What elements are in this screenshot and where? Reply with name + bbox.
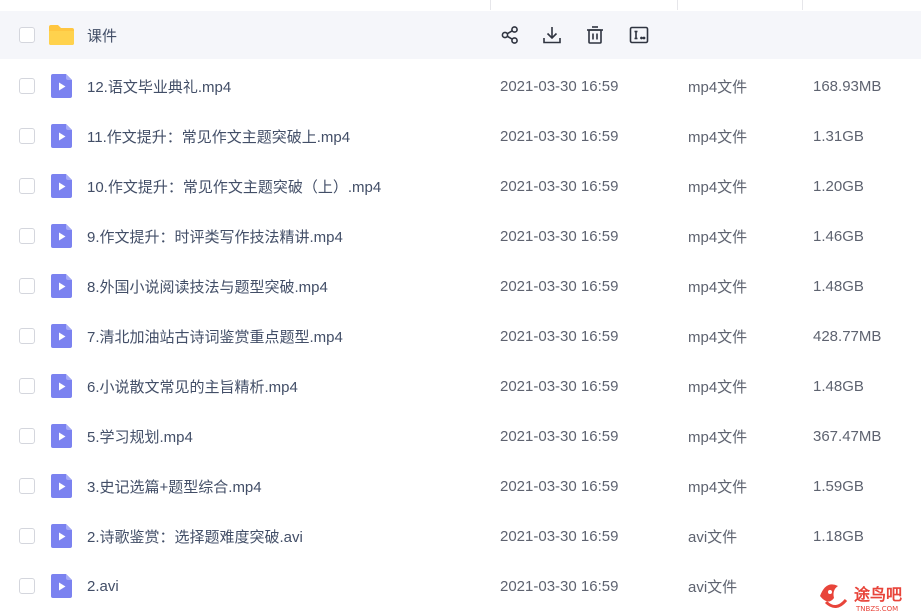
rename-icon[interactable] (628, 24, 650, 46)
file-checkbox[interactable] (19, 578, 35, 594)
folder-checkbox[interactable] (19, 27, 35, 43)
video-file-icon (51, 174, 72, 198)
video-file-icon (51, 224, 72, 248)
file-size: 1.48GB (813, 377, 864, 395)
video-file-icon (51, 474, 72, 498)
file-size: 1.48GB (813, 277, 864, 295)
video-file-icon (51, 374, 72, 398)
file-name[interactable]: 9.作文提升：时评类写作技法精讲.mp4 (87, 226, 343, 247)
file-size: 1.20GB (813, 177, 864, 195)
file-name[interactable]: 2.avi (87, 578, 119, 595)
file-name[interactable]: 8.外国小说阅读技法与题型突破.mp4 (87, 276, 328, 297)
file-date: 2021-03-30 16:59 (500, 127, 619, 145)
watermark-logo: 途鸟吧 TNBZS.COM (820, 584, 902, 613)
file-checkbox[interactable] (19, 528, 35, 544)
file-checkbox[interactable] (19, 228, 35, 244)
video-file-icon (51, 424, 72, 448)
folder-name[interactable]: 课件 (87, 25, 117, 46)
video-file-icon (51, 74, 72, 98)
file-size: 1.31GB (813, 127, 864, 145)
video-file-icon (51, 524, 72, 548)
file-type: avi文件 (688, 528, 738, 546)
file-type: mp4文件 (688, 128, 748, 146)
file-checkbox[interactable] (19, 328, 35, 344)
file-checkbox[interactable] (19, 278, 35, 294)
file-date: 2021-03-30 16:59 (500, 577, 619, 595)
file-type: mp4文件 (688, 78, 748, 96)
video-file-icon (51, 124, 72, 148)
video-file-icon (51, 274, 72, 298)
file-date: 2021-03-30 16:59 (500, 227, 619, 245)
file-type: mp4文件 (688, 328, 748, 346)
file-type: mp4文件 (688, 228, 748, 246)
file-row[interactable]: 7.清北加油站古诗词鉴赏重点题型.mp4 2021-03-30 16:59 mp4文… (0, 311, 921, 361)
file-type: avi文件 (688, 578, 738, 596)
file-type: mp4文件 (688, 278, 748, 296)
file-size: 1.18GB (813, 527, 864, 545)
file-name[interactable]: 7.清北加油站古诗词鉴赏重点题型.mp4 (87, 326, 343, 347)
file-checkbox[interactable] (19, 178, 35, 194)
video-file-icon (51, 574, 72, 598)
file-checkbox[interactable] (19, 478, 35, 494)
file-name[interactable]: 5.学习规划.mp4 (87, 426, 193, 447)
watermark-subtext: TNBZS.COM (855, 605, 898, 613)
folder-actions (499, 24, 670, 46)
file-date: 2021-03-30 16:59 (500, 177, 619, 195)
file-date: 2021-03-30 16:59 (500, 377, 619, 395)
file-name[interactable]: 3.史记选篇+题型综合.mp4 (87, 476, 262, 497)
file-name[interactable]: 11.作文提升：常见作文主题突破上.mp4 (87, 126, 350, 147)
file-type: mp4文件 (688, 378, 748, 396)
file-row[interactable]: 10.作文提升：常见作文主题突破（上）.mp4 2021-03-30 16:59 m… (0, 161, 921, 211)
delete-icon[interactable] (584, 24, 606, 46)
file-name[interactable]: 6.小说散文常见的主旨精析.mp4 (87, 376, 298, 397)
file-date: 2021-03-30 16:59 (500, 327, 619, 345)
file-row[interactable]: 11.作文提升：常见作文主题突破上.mp4 2021-03-30 16:59 mp4… (0, 111, 921, 161)
download-icon[interactable] (541, 24, 563, 46)
watermark-text: 途鸟吧 (854, 585, 902, 604)
file-name[interactable]: 10.作文提升：常见作文主题突破（上）.mp4 (87, 176, 381, 197)
file-name[interactable]: 12.语文毕业典礼.mp4 (87, 76, 231, 97)
file-checkbox[interactable] (19, 428, 35, 444)
file-checkbox[interactable] (19, 378, 35, 394)
file-date: 2021-03-30 16:59 (500, 427, 619, 445)
share-icon[interactable] (499, 24, 521, 46)
file-date: 2021-03-30 16:59 (500, 477, 619, 495)
file-type: mp4文件 (688, 178, 748, 196)
file-row[interactable]: 2.avi 2021-03-30 16:59 avi文件 (0, 561, 921, 611)
file-type: mp4文件 (688, 428, 748, 446)
file-size: 1.46GB (813, 227, 864, 245)
file-size: 367.47MB (813, 427, 882, 445)
file-row[interactable]: 5.学习规划.mp4 2021-03-30 16:59 mp4文件 367.47MB (0, 411, 921, 461)
file-row[interactable]: 9.作文提升：时评类写作技法精讲.mp4 2021-03-30 16:59 mp4文… (0, 211, 921, 261)
file-checkbox[interactable] (19, 128, 35, 144)
file-row[interactable]: 12.语文毕业典礼.mp4 2021-03-30 16:59 mp4文件 168.93… (0, 61, 921, 111)
file-size: 168.93MB (813, 77, 882, 95)
folder-icon (49, 25, 74, 45)
file-type: mp4文件 (688, 478, 748, 496)
file-date: 2021-03-30 16:59 (500, 77, 619, 95)
file-size: 1.59GB (813, 477, 864, 495)
file-date: 2021-03-30 16:59 (500, 277, 619, 295)
file-name[interactable]: 2.诗歌鉴赏：选择题难度突破.avi (87, 526, 303, 547)
file-checkbox[interactable] (19, 78, 35, 94)
file-row[interactable]: 8.外国小说阅读技法与题型突破.mp4 2021-03-30 16:59 mp4文件… (0, 261, 921, 311)
file-size: 428.77MB (813, 327, 882, 345)
file-date: 2021-03-30 16:59 (500, 527, 619, 545)
folder-row[interactable]: 课件 (0, 11, 921, 59)
video-file-icon (51, 324, 72, 348)
file-row[interactable]: 6.小说散文常见的主旨精析.mp4 2021-03-30 16:59 mp4文件 1.… (0, 361, 921, 411)
file-row[interactable]: 2.诗歌鉴赏：选择题难度突破.avi 2021-03-30 16:59 avi文件 1… (0, 511, 921, 561)
column-header-dividers (0, 0, 921, 10)
file-row[interactable]: 3.史记选篇+题型综合.mp4 2021-03-30 16:59 mp4文件 1.59… (0, 461, 921, 511)
